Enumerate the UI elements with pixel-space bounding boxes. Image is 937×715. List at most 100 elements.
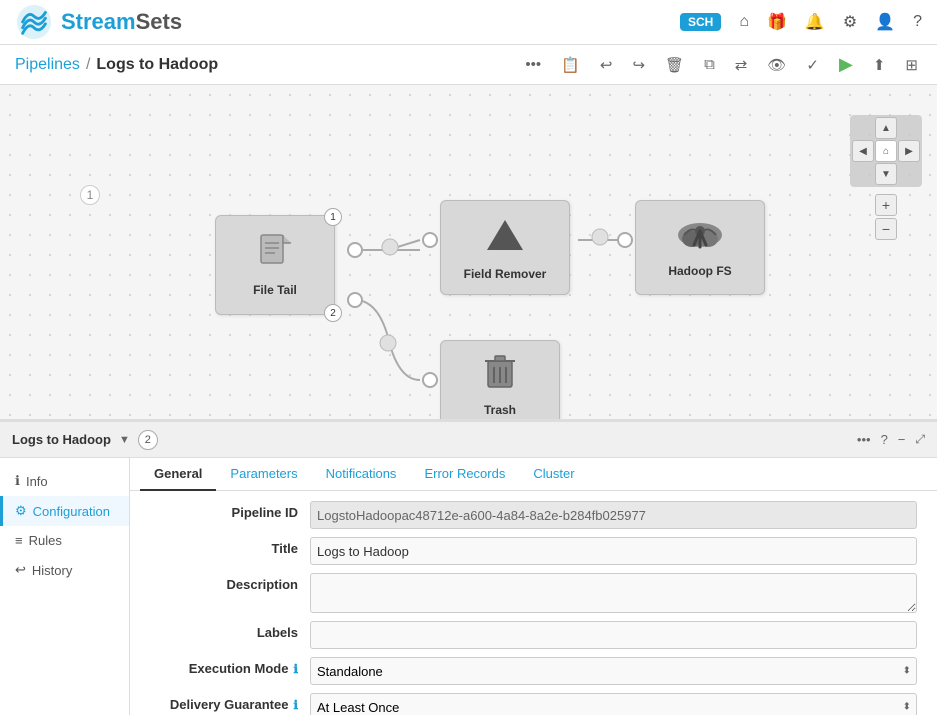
toolbar: ••• 📋 ↩ ↪ 🗑 ⧉ ⇄ 👁 ✓ ▶ ⬆ ⊞	[521, 52, 922, 77]
help-icon[interactable]: ?	[913, 13, 922, 31]
nav-empty-br	[898, 163, 920, 185]
more-options-btn[interactable]: •••	[521, 54, 545, 75]
panel-badge: 2	[138, 430, 158, 450]
top-navbar: StreamSets SCH ⌂ 🎁 🔔 ⚙ 👤 ?	[0, 0, 937, 45]
nav-left-btn[interactable]: ◀	[852, 140, 874, 162]
grid-icon[interactable]: ⊞	[901, 54, 922, 76]
info-nav-icon: ℹ	[15, 473, 20, 489]
tab-general[interactable]: General	[140, 458, 216, 491]
execution-mode-row: Execution Mode ℹ Standalone Cluster Batc…	[150, 657, 917, 685]
panel-minimize-icon[interactable]: −	[898, 432, 906, 447]
bell-icon[interactable]: 🔔	[805, 12, 825, 32]
labels-label: Labels	[150, 621, 310, 640]
logo-text: StreamSets	[61, 9, 182, 35]
title-input[interactable]	[310, 537, 917, 565]
home-icon[interactable]: ⌂	[739, 13, 749, 31]
zoom-controls: + −	[875, 193, 897, 241]
tab-error-records[interactable]: Error Records	[410, 458, 519, 491]
tabs-bar: General Parameters Notifications Error R…	[130, 458, 937, 491]
delivery-guarantee-info-icon[interactable]: ℹ	[293, 698, 298, 712]
redo-icon[interactable]: ↪	[628, 54, 649, 76]
sidebar-item-info[interactable]: ℹ Info	[0, 466, 129, 496]
history-nav-icon: ↩	[15, 562, 26, 578]
hadoop-fs-node[interactable]: Hadoop FS	[635, 200, 765, 295]
run-icon[interactable]: ▶	[835, 52, 857, 77]
nav-right-btn[interactable]: ▶	[898, 140, 920, 162]
duplicate-icon[interactable]: ⧉	[700, 54, 719, 75]
preview-icon[interactable]: 👁	[763, 54, 790, 76]
title-label: Title	[150, 537, 310, 556]
sidebar-item-rules[interactable]: ≡ Rules	[0, 526, 129, 555]
field-remover-icon	[485, 215, 525, 263]
panel-header-icons: ••• ? − ⤢	[857, 432, 925, 447]
breadcrumb-bar: Pipelines / Logs to Hadoop ••• 📋 ↩ ↪ 🗑 ⧉…	[0, 45, 937, 85]
logo-area: StreamSets	[15, 3, 182, 41]
main-content: General Parameters Notifications Error R…	[130, 458, 937, 715]
execution-mode-select[interactable]: Standalone Cluster Batch Cluster Streami…	[310, 657, 917, 685]
share-icon[interactable]: ⬆	[869, 54, 890, 76]
execution-mode-info-icon[interactable]: ℹ	[293, 662, 298, 676]
field-remover-label: Field Remover	[464, 267, 547, 281]
sch-badge[interactable]: SCH	[680, 13, 721, 31]
sidebar-item-history[interactable]: ↩ History	[0, 555, 129, 585]
nav-controls: ▲ ◀ ⌂ ▶ ▼ + −	[850, 115, 922, 241]
trash-node[interactable]: Trash	[440, 340, 560, 420]
field-remover-node[interactable]: Field Remover	[440, 200, 570, 295]
delivery-guarantee-label: Delivery Guarantee ℹ	[150, 693, 310, 712]
tab-notifications[interactable]: Notifications	[312, 458, 411, 491]
labels-input[interactable]	[310, 621, 917, 649]
validate-icon[interactable]: ✓	[802, 54, 823, 76]
rules-nav-icon: ≡	[15, 533, 23, 548]
panel-header: Logs to Hadoop ▼ 2 ••• ? − ⤢	[0, 422, 937, 458]
side-nav: ℹ Info ⚙ Configuration ≡ Rules ↩ History	[0, 458, 130, 715]
nav-empty-tr	[898, 117, 920, 139]
bottom-panel: Logs to Hadoop ▼ 2 ••• ? − ⤢ ℹ Info ⚙ Co…	[0, 420, 937, 715]
panel-title-area: Logs to Hadoop ▼ 2	[12, 430, 158, 450]
tab-cluster[interactable]: Cluster	[519, 458, 588, 491]
panel-title[interactable]: Logs to Hadoop	[12, 432, 111, 447]
hadoop-fs-label: Hadoop FS	[668, 264, 731, 278]
user-icon[interactable]: 👤	[875, 12, 895, 32]
file-tail-node[interactable]: 1 File Tail 2	[215, 215, 335, 315]
breadcrumb: Pipelines / Logs to Hadoop	[15, 56, 218, 74]
description-label: Description	[150, 573, 310, 592]
trash-icon	[482, 353, 518, 399]
file-tail-icon	[257, 233, 293, 281]
panel-expand-icon[interactable]: ⤢	[915, 432, 925, 447]
nav-home-btn[interactable]: ⌂	[875, 140, 897, 162]
labels-row: Labels	[150, 621, 917, 649]
delivery-guarantee-select-wrap: At Least Once At Most Once ⬍	[310, 693, 917, 715]
title-row: Title	[150, 537, 917, 565]
zoom-out-btn[interactable]: −	[875, 218, 897, 240]
pipeline-id-row: Pipeline ID	[150, 501, 917, 529]
panel-body: ℹ Info ⚙ Configuration ≡ Rules ↩ History…	[0, 458, 937, 715]
shuffle-icon[interactable]: ⇄	[731, 54, 752, 76]
gift-icon[interactable]: 🎁	[767, 12, 787, 32]
description-row: Description	[150, 573, 917, 613]
pipeline-id-input[interactable]	[310, 501, 917, 529]
sidebar-item-configuration[interactable]: ⚙ Configuration	[0, 496, 129, 526]
hadoop-fs-icon	[676, 217, 724, 260]
sidebar-config-label: Configuration	[33, 504, 110, 519]
nav-empty-tl	[852, 117, 874, 139]
pipeline-id-label: Pipeline ID	[150, 501, 310, 520]
nav-up-btn[interactable]: ▲	[875, 117, 897, 139]
pipeline-title-breadcrumb: Logs to Hadoop	[96, 56, 218, 74]
nav-empty-bl	[852, 163, 874, 185]
panel-more-icon[interactable]: •••	[857, 432, 871, 447]
zoom-in-btn[interactable]: +	[875, 194, 897, 216]
settings-icon[interactable]: ⚙	[843, 12, 857, 32]
panel-help-icon[interactable]: ?	[881, 432, 888, 447]
undo-icon[interactable]: ↩	[596, 54, 617, 76]
pipelines-link[interactable]: Pipelines	[15, 56, 80, 74]
tab-parameters[interactable]: Parameters	[216, 458, 311, 491]
delete-icon[interactable]: 🗑	[661, 54, 688, 76]
nav-down-btn[interactable]: ▼	[875, 163, 897, 185]
description-textarea[interactable]	[310, 573, 917, 613]
nav-icons: SCH ⌂ 🎁 🔔 ⚙ 👤 ?	[680, 12, 922, 32]
canvas-label-1: 1	[80, 185, 100, 205]
edit-icon[interactable]: 📋	[557, 54, 584, 76]
delivery-guarantee-select[interactable]: At Least Once At Most Once	[310, 693, 917, 715]
panel-caret-icon: ▼	[119, 434, 130, 446]
execution-mode-label: Execution Mode ℹ	[150, 657, 310, 676]
